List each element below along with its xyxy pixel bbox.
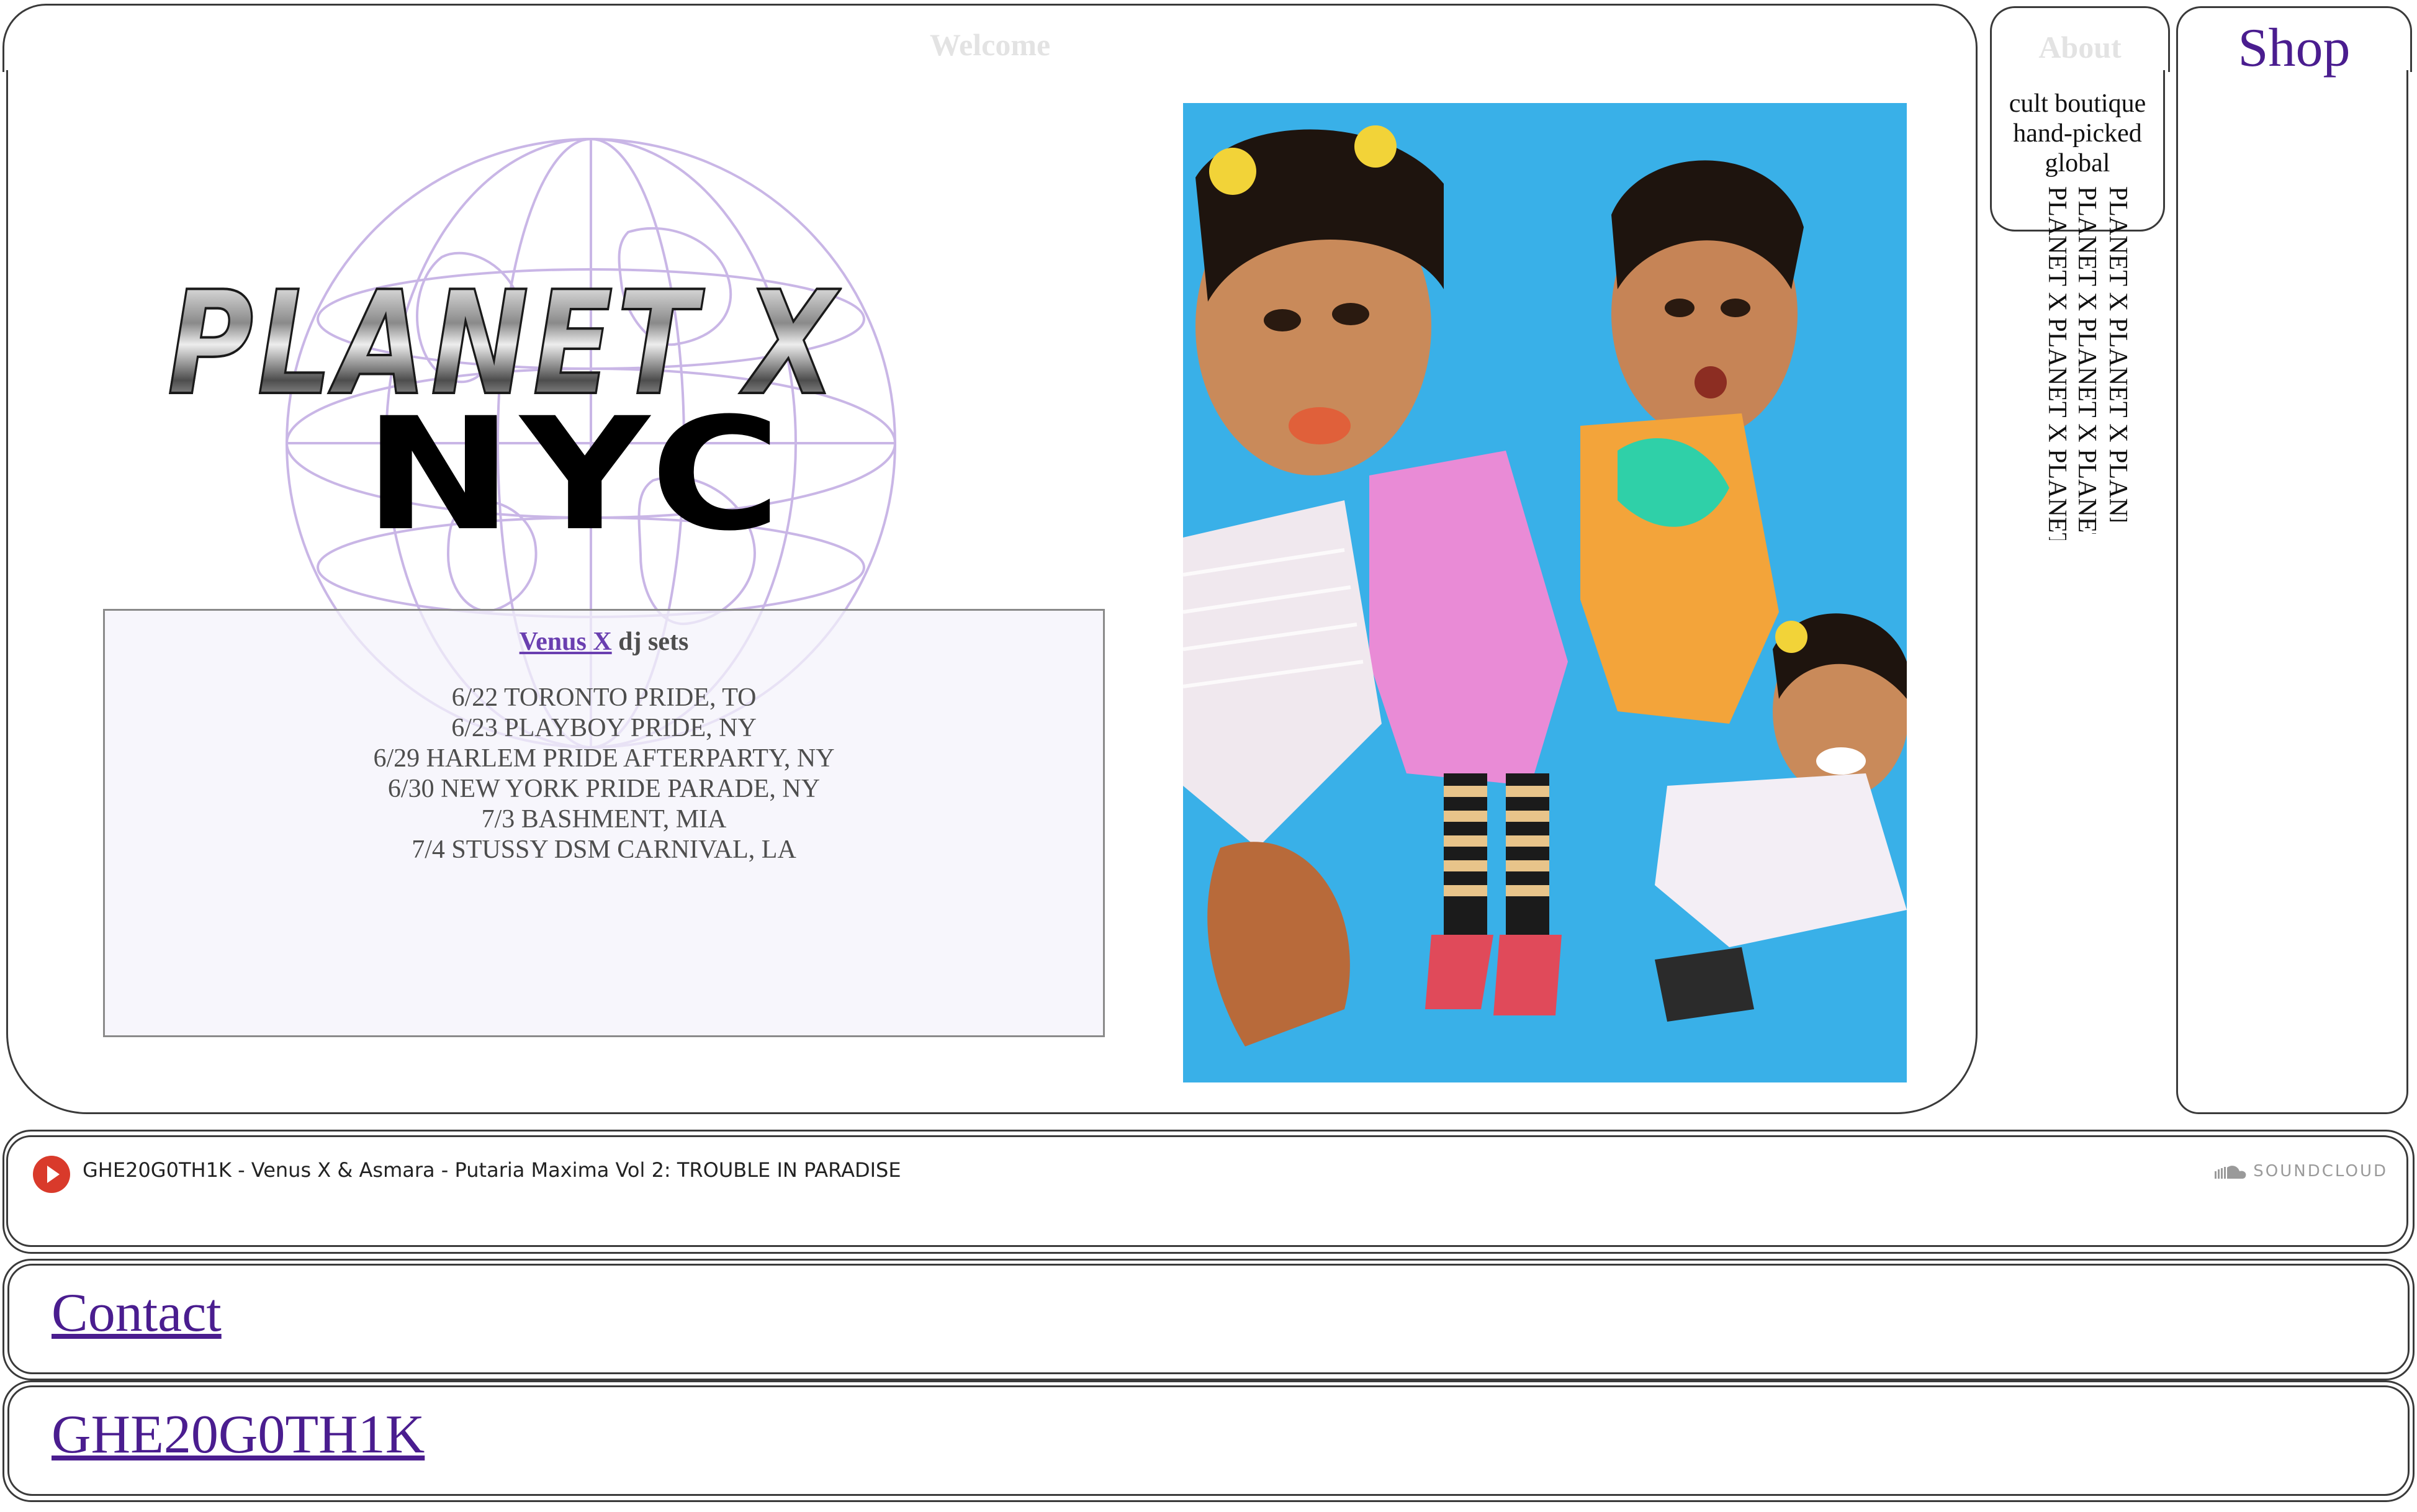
- collage-photo: [1183, 103, 1907, 1082]
- planet-x-marquee: PLANET X PLANET X PLANET X PLANET X PLAN…: [2103, 186, 2133, 521]
- shop-panel: [2176, 70, 2408, 1114]
- dj-sets-heading: Venus X dj sets: [105, 627, 1103, 657]
- list-item: 6/23 PLAYBOY PRIDE, NY: [451, 714, 757, 742]
- soundcloud-logo[interactable]: SOUNDCLOUD: [2213, 1162, 2388, 1181]
- tab-about-label: About: [2038, 30, 2122, 65]
- soundcloud-brand-label: SOUNDCLOUD: [2253, 1162, 2388, 1181]
- ghe20g0th1k-link[interactable]: GHE20G0TH1K: [52, 1403, 425, 1466]
- list-item: 6/30 NEW YORK PRIDE PARADE, NY: [387, 775, 821, 803]
- ghe20g0th1k-box: GHE20G0TH1K: [7, 1385, 2410, 1496]
- venus-x-link[interactable]: Venus X: [520, 628, 612, 656]
- tab-welcome[interactable]: Welcome: [2, 4, 1978, 72]
- logo-nyc: NYC: [364, 384, 789, 565]
- tab-shop-label: Shop: [2238, 18, 2351, 78]
- about-description: cult boutique hand-picked global: [1992, 89, 2163, 178]
- planet-x-marquee: PLANET X PLANET X PLANET X PLANET X PLAN…: [2072, 186, 2102, 534]
- collage-photo-art: [1183, 103, 1907, 1082]
- planet-x-marquee: PLANET X PLANET X PLANET X PLANET X PLAN…: [2042, 186, 2072, 540]
- list-item: 7/4 STUSSY DSM CARNIVAL, LA: [412, 835, 796, 864]
- contact-box: Contact: [7, 1264, 2410, 1374]
- about-line: global: [2045, 149, 2110, 178]
- tab-about[interactable]: About: [1990, 6, 2170, 72]
- soundcloud-player: GHE20G0TH1K - Venus X & Asmara - Putaria…: [6, 1135, 2408, 1247]
- list-item: 7/3 BASHMENT, MIA: [481, 805, 727, 834]
- about-line: hand-picked: [2013, 119, 2142, 148]
- list-item: 6/29 HARLEM PRIDE AFTERPARTY, NY: [373, 744, 835, 773]
- play-icon[interactable]: [33, 1156, 70, 1193]
- dj-sets-list: 6/22 TORONTO PRIDE, TO 6/23 PLAYBOY PRID…: [105, 683, 1103, 865]
- track-title[interactable]: GHE20G0TH1K - Venus X & Asmara - Putaria…: [83, 1158, 901, 1182]
- tab-shop[interactable]: Shop: [2176, 6, 2412, 78]
- contact-link[interactable]: Contact: [52, 1282, 222, 1344]
- soundcloud-icon: [2215, 1165, 2246, 1179]
- list-item: 6/22 TORONTO PRIDE, TO: [451, 683, 757, 712]
- about-line: cult boutique: [2009, 89, 2146, 118]
- dj-sets-heading-suffix: dj sets: [611, 628, 689, 656]
- dj-sets-box: Venus X dj sets 6/22 TORONTO PRIDE, TO 6…: [103, 609, 1105, 1037]
- tab-welcome-label: Welcome: [929, 27, 1051, 62]
